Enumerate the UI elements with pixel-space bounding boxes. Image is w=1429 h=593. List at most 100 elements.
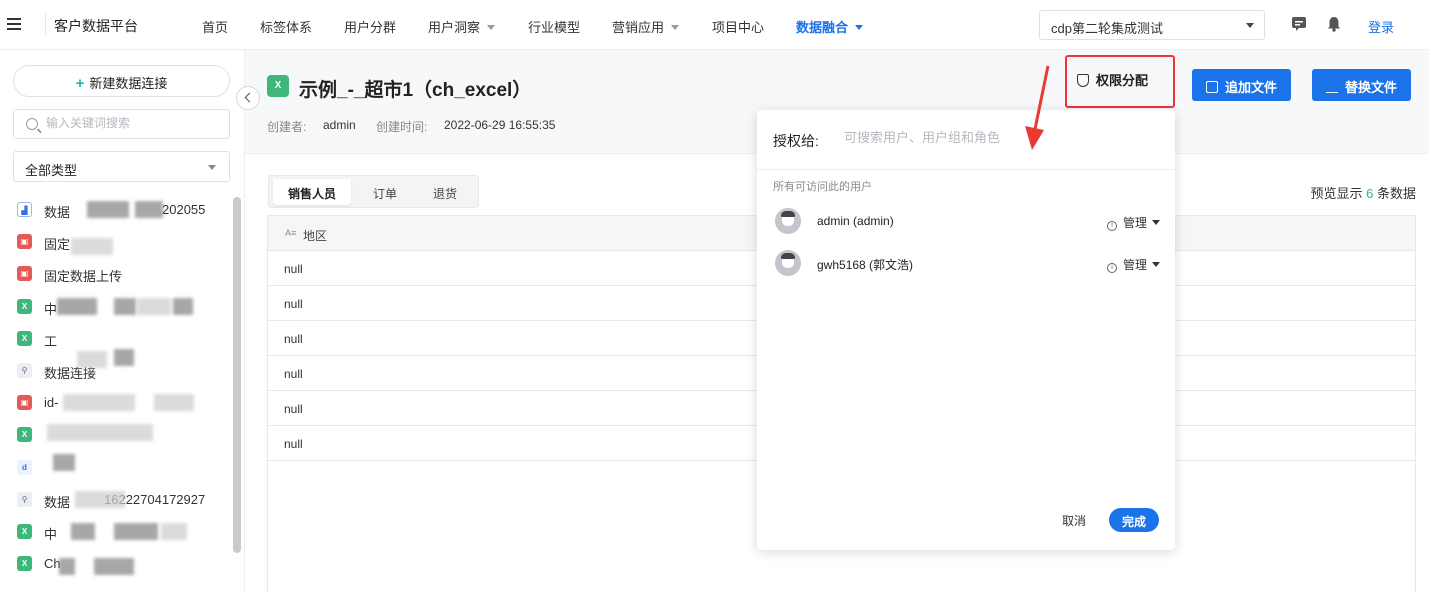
sheet-tabs: 销售人员 订单 退货	[268, 175, 479, 208]
list-item-label: 数据	[44, 494, 71, 510]
list-item[interactable]: X	[17, 423, 229, 455]
column-header-region[interactable]: 地区	[303, 227, 327, 244]
collapse-sidebar-button[interactable]	[236, 86, 260, 110]
list-item[interactable]: X 中	[17, 520, 229, 552]
search-field[interactable]	[13, 109, 230, 139]
role-value: 管理	[1122, 258, 1147, 272]
user-name: admin (admin)	[817, 214, 894, 228]
excel-icon: X	[17, 523, 32, 539]
preview-suffix: 条数据	[1376, 186, 1416, 201]
user-name: gwh5168 (郭文浩)	[817, 258, 914, 272]
table-cell: null	[284, 437, 303, 451]
menu-icon[interactable]	[7, 18, 21, 30]
project-select[interactable]: cdp第二轮集成测试	[1039, 10, 1265, 40]
done-button[interactable]: 完成	[1109, 508, 1159, 532]
tab-returns[interactable]: 退货	[419, 179, 471, 205]
role-value: 管理	[1122, 216, 1147, 230]
redaction	[135, 201, 163, 218]
chevron-down-icon	[671, 25, 680, 30]
list-item[interactable]: d	[17, 453, 229, 488]
created-time-label: 创建时间:	[376, 120, 428, 134]
message-icon[interactable]	[1291, 16, 1307, 32]
permission-highlight: 权限分配	[1065, 55, 1175, 108]
nav-item-projects[interactable]: 项目中心	[712, 17, 764, 36]
table-cell: null	[284, 332, 303, 346]
grant-to-label: 授权给:	[773, 133, 819, 149]
plus-square-icon	[1206, 81, 1218, 93]
info-icon: i	[1106, 221, 1117, 231]
list-item[interactable]: ▣ 固定数据上传	[17, 262, 229, 294]
creator-value: admin	[323, 118, 356, 132]
table-cell: null	[284, 262, 303, 276]
avatar	[775, 250, 801, 276]
list-item[interactable]: ▣ 固定	[17, 230, 229, 262]
list-item[interactable]: ⚲ 数据连接	[17, 348, 229, 391]
datasource-list: ▟ 数据 202055 ▣ 固定 ▣ 固定数据上传 X 中 X 工 ⚲ 数据连接…	[17, 198, 229, 584]
preview-count: 预览显示 6 条数据	[1310, 183, 1416, 202]
list-item-label: 固定数据上传	[44, 269, 123, 285]
excel-icon: X	[17, 427, 32, 443]
avatar	[775, 208, 801, 234]
nav-item-home[interactable]: 首页	[202, 17, 228, 36]
excel-icon: X	[17, 298, 32, 314]
user-row: gwh5168 (郭文浩) i 管理	[775, 250, 1160, 280]
tab-sales-staff[interactable]: 销售人员	[273, 179, 351, 205]
grant-search-input[interactable]	[844, 130, 1144, 145]
excel-icon: X	[267, 75, 289, 97]
chevron-down-icon	[208, 165, 216, 170]
new-connection-label: 新建数据连接	[89, 76, 168, 91]
plus-icon: +	[75, 75, 85, 92]
redaction	[71, 522, 95, 540]
replace-file-label: 替换文件	[1345, 80, 1398, 95]
list-item[interactable]: X 中	[17, 295, 229, 327]
chevron-down-icon	[1152, 220, 1160, 225]
table-cell: null	[284, 402, 303, 416]
append-file-button[interactable]: 追加文件	[1192, 69, 1292, 101]
redaction	[173, 297, 193, 315]
redaction	[114, 522, 158, 540]
redaction	[59, 558, 75, 576]
new-connection-button[interactable]: + 新建数据连接	[13, 65, 230, 97]
sidebar-scrollbar[interactable]	[233, 197, 241, 553]
redaction	[87, 201, 129, 218]
list-item[interactable]: ▣ id-	[17, 391, 229, 423]
list-item-label: id-	[44, 395, 59, 411]
nav-item-marketing[interactable]: 营销应用	[612, 17, 680, 36]
permission-button[interactable]: 权限分配	[1077, 70, 1165, 94]
dataset-title: 示例_-_超市1（ch_excel）	[299, 80, 532, 101]
list-item-label: 中	[44, 526, 58, 542]
login-link[interactable]: 登录	[1368, 17, 1394, 36]
divider	[757, 169, 1175, 170]
nav-item-data-fusion[interactable]: 数据融合	[796, 17, 864, 36]
nav-item-industry-model[interactable]: 行业模型	[528, 17, 580, 36]
excel-icon: X	[17, 556, 32, 572]
created-time-value: 2022-06-29 16:55:35	[444, 118, 556, 132]
nav-item-insight[interactable]: 用户洞察	[428, 17, 496, 36]
annotation-arrow-icon	[1025, 65, 1050, 150]
cancel-button[interactable]: 取消	[1062, 512, 1086, 529]
tab-orders[interactable]: 订单	[359, 179, 411, 205]
type-filter-select[interactable]: 全部类型	[13, 151, 230, 182]
replace-file-button[interactable]: 替换文件	[1312, 69, 1412, 101]
nav-item-tags[interactable]: 标签体系	[260, 17, 312, 36]
redaction	[137, 297, 171, 315]
redaction	[53, 453, 75, 471]
type-filter-value: 全部类型	[25, 163, 78, 178]
append-file-label: 追加文件	[1225, 80, 1278, 95]
text-type-icon: A≡	[285, 228, 297, 238]
nav-divider	[45, 13, 46, 35]
list-item[interactable]: X Ch	[17, 552, 229, 584]
redaction	[114, 297, 136, 315]
chevron-down-icon	[855, 25, 864, 30]
role-select[interactable]: i 管理	[1106, 214, 1160, 231]
permission-popup: 授权给: 所有可访问此的用户 admin (admin) i 管理 gwh5168…	[757, 110, 1175, 550]
list-item[interactable]: ⚲ 数据 16222704172927	[17, 488, 229, 520]
nav-item-segments[interactable]: 用户分群	[344, 17, 396, 36]
project-select-value: cdp第二轮集成测试	[1051, 21, 1163, 36]
list-item[interactable]: ▟ 数据 202055	[17, 198, 229, 230]
role-select[interactable]: i 管理	[1106, 256, 1160, 273]
search-input[interactable]	[46, 116, 221, 130]
api-icon: ⚲	[17, 362, 32, 378]
info-icon: i	[1106, 263, 1117, 273]
bell-icon[interactable]	[1326, 16, 1342, 32]
